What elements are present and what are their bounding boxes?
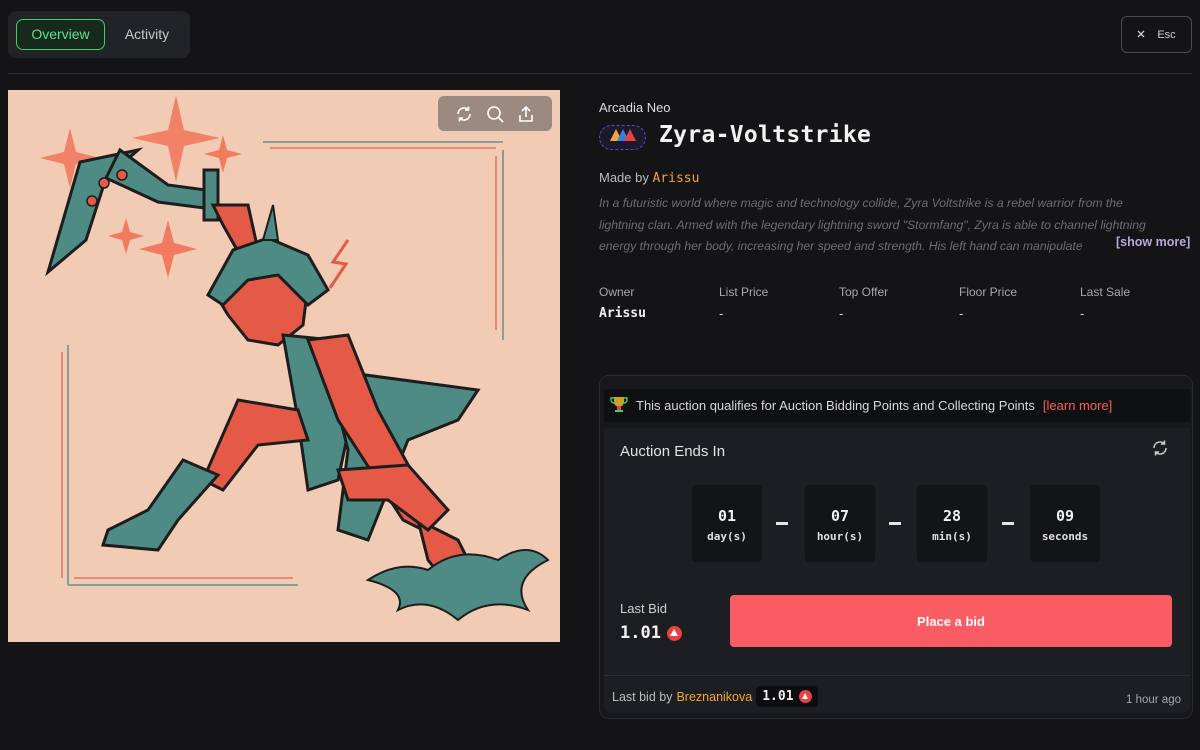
stats-row: Owner Arissu List Price - Top Offer - Fl… (599, 285, 1199, 325)
countdown-seconds: 09 seconds (1030, 485, 1100, 562)
last-bid-value: 1.01 (620, 623, 661, 643)
close-button-label: Esc (1157, 28, 1176, 41)
trophy-icon (610, 395, 628, 416)
tab-overview[interactable]: Overview (16, 19, 105, 50)
stat-value: - (719, 306, 724, 321)
header-divider (8, 73, 1192, 74)
bid-amount-badge: 1.01 (756, 686, 818, 707)
artwork-toolbar (438, 96, 552, 131)
nft-artwork (8, 90, 560, 642)
countdown-separator (1002, 522, 1014, 525)
creator-link[interactable]: Arissu (653, 171, 700, 186)
close-icon (1137, 29, 1145, 41)
countdown-unit: seconds (1041, 530, 1089, 543)
stat-value: - (839, 306, 844, 321)
avax-icon (666, 625, 682, 641)
stat-label: Last Sale (1080, 285, 1131, 299)
artwork-illustration (40, 95, 550, 622)
auction-divider (604, 675, 1190, 676)
bid-amount: 1.01 (762, 689, 794, 704)
countdown-value: 07 (830, 507, 850, 525)
countdown-unit: min(s) (932, 530, 972, 543)
made-by-label: Made by (599, 170, 649, 185)
last-bid-amount: 1.01 (620, 623, 682, 643)
place-bid-button[interactable]: Place a bid (730, 595, 1172, 647)
made-by: Made by Arissu (599, 170, 699, 186)
nft-description: In a futuristic world where magic and te… (599, 193, 1195, 259)
refresh-icon[interactable] (454, 104, 474, 124)
stat-label: Owner (599, 285, 635, 299)
learn-more-link[interactable]: [learn more] (1043, 398, 1112, 413)
notice-text: This auction qualifies for Auction Biddi… (636, 398, 1035, 413)
countdown-days: 01 day(s) (692, 485, 762, 562)
auction-body: Auction Ends In 01 day(s) 07 hour(s) 28 … (604, 428, 1190, 713)
stat-label: Top Offer (839, 285, 889, 299)
owner-link[interactable]: Arissu (599, 306, 646, 321)
countdown-unit: day(s) (707, 530, 747, 543)
stat-owner: Owner Arissu (599, 285, 646, 321)
countdown-separator (776, 522, 788, 525)
bidder-link[interactable]: Breznanikova (676, 690, 752, 704)
show-more-link[interactable]: [show more] (1110, 235, 1191, 249)
stat-value: - (959, 306, 964, 321)
collection-name[interactable]: Arcadia Neo (599, 100, 671, 115)
countdown-unit: hour(s) (816, 530, 864, 543)
countdown-value: 28 (942, 507, 962, 525)
countdown-value: 09 (1055, 507, 1075, 525)
countdown-value: 01 (717, 507, 737, 525)
avalanche-logo-icon (609, 128, 636, 147)
last-bid-footer: Last bid by Breznanikova 1.01 (612, 686, 818, 707)
close-button[interactable]: Esc (1121, 16, 1192, 53)
last-bid-by-label: Last bid by (612, 689, 673, 704)
description-line: lightning clan. Armed with the legendary… (599, 217, 1146, 232)
countdown-separator (889, 522, 901, 525)
stat-label: List Price (719, 285, 769, 299)
countdown-minutes: 28 min(s) (917, 485, 987, 562)
auction-card: This auction qualifies for Auction Biddi… (599, 375, 1193, 719)
stat-list-price: List Price - (719, 285, 768, 321)
avax-icon (798, 690, 812, 703)
stat-value: - (1080, 306, 1085, 321)
points-notice: This auction qualifies for Auction Biddi… (604, 389, 1190, 422)
refresh-icon[interactable] (1150, 438, 1170, 458)
stat-last-sale: Last Sale - (1080, 285, 1130, 321)
countdown-hours: 07 hour(s) (805, 485, 875, 562)
bid-timestamp: 1 hour ago (1126, 694, 1181, 706)
auction-ends-title: Auction Ends In (620, 443, 726, 460)
stat-floor-price: Floor Price - (959, 285, 1017, 321)
stat-top-offer: Top Offer - (839, 285, 888, 321)
tab-bar: Overview Activity (8, 11, 190, 58)
last-bid-label: Last Bid (620, 601, 667, 616)
chain-badge (599, 125, 646, 150)
description-line: In a futuristic world where magic and te… (599, 196, 1123, 210)
share-icon[interactable] (516, 104, 536, 124)
nft-title: Zyra-Voltstrike (659, 122, 872, 148)
zoom-icon[interactable] (485, 104, 505, 124)
description-line: energy through her body, increasing her … (599, 239, 1083, 253)
stat-label: Floor Price (959, 285, 1018, 299)
tab-activity[interactable]: Activity (111, 19, 183, 50)
